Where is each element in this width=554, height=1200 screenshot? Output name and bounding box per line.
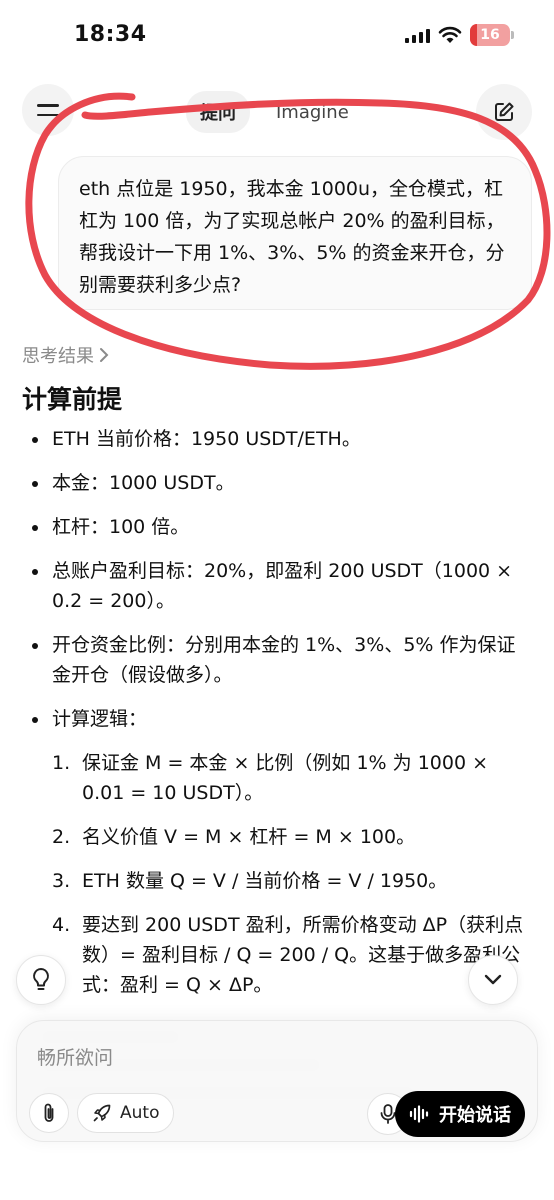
thinking-result-link[interactable]: 思考结果 xyxy=(22,342,110,368)
tab-imagine[interactable]: Imagine xyxy=(262,94,363,131)
menu-icon xyxy=(37,104,59,107)
battery-level: 16 xyxy=(480,27,500,43)
signal-icon xyxy=(405,27,430,43)
numbered-item: 3. ETH 数量 Q = V / 当前价格 = V / 1950。 xyxy=(52,870,448,892)
start-voice-button[interactable]: 开始说话 xyxy=(395,1091,525,1137)
list-item: 杠杆：100 倍。 xyxy=(22,512,532,542)
app-header: 提问 Imagine xyxy=(0,84,554,140)
chevron-right-icon xyxy=(100,348,109,362)
user-message-text: eth 点位是 1950，我本金 1000u，全仓模式，杠杠为 100 倍，为了… xyxy=(79,178,505,296)
section-title: 计算前提 xyxy=(22,385,123,414)
battery-indicator: 16 xyxy=(470,24,510,46)
list-item: 总账户盈利目标：20%，即盈利 200 USDT（1000 × 0.2 = 20… xyxy=(22,556,532,616)
list-item-label: 计算逻辑： xyxy=(52,708,148,730)
suggestion-button[interactable] xyxy=(16,955,66,1005)
mode-tabs: 提问 Imagine xyxy=(186,91,363,133)
list-item: ETH 当前价格：1950 USDT/ETH。 xyxy=(22,424,532,454)
auto-mode-button[interactable]: Auto xyxy=(77,1093,175,1133)
waveform-icon xyxy=(409,1105,429,1123)
status-icons: 16 xyxy=(405,24,514,46)
paperclip-icon xyxy=(44,1103,54,1122)
status-time: 18:34 xyxy=(74,22,147,47)
tab-ask[interactable]: 提问 xyxy=(186,91,250,133)
start-voice-label: 开始说话 xyxy=(439,1105,511,1126)
wifi-icon xyxy=(438,26,462,43)
rocket-icon xyxy=(93,1104,111,1122)
chevron-down-icon xyxy=(484,974,502,985)
menu-button[interactable] xyxy=(22,84,74,136)
list-item: 开仓资金比例：分别用本金的 1%、3%、5% 作为保证金开仓（假设做多）。 xyxy=(22,630,532,690)
scroll-down-button[interactable] xyxy=(468,955,518,1005)
edit-icon xyxy=(495,102,514,121)
list-item: 计算逻辑： 1. 保证金 M = 本金 × 比例（例如 1% 为 1000 × 0… xyxy=(22,704,532,1000)
attach-button[interactable] xyxy=(29,1093,69,1133)
numbered-list: 1. 保证金 M = 本金 × 比例（例如 1% 为 1000 × 0.01 = … xyxy=(52,748,532,1000)
list-item: 本金：1000 USDT。 xyxy=(22,468,532,498)
thinking-result-label: 思考结果 xyxy=(22,346,94,367)
message-input[interactable]: 畅所欲问 xyxy=(37,1043,113,1070)
numbered-item: 2. 名义价值 V = M × 杠杆 = M × 100。 xyxy=(52,826,416,848)
numbered-item: 4. 要达到 200 USDT 盈利，所需价格变动 ΔP（获利点数）= 盈利目标 … xyxy=(52,914,524,996)
message-composer: 畅所欲问 Auto 开始说话 xyxy=(16,1020,538,1142)
numbered-item: 1. 保证金 M = 本金 × 比例（例如 1% 为 1000 × 0.01 = … xyxy=(52,752,489,804)
new-chat-button[interactable] xyxy=(476,84,532,140)
bullet-list: ETH 当前价格：1950 USDT/ETH。 本金：1000 USDT。 杠杆… xyxy=(22,424,532,1014)
auto-mode-label: Auto xyxy=(120,1103,160,1123)
status-bar: 18:34 16 xyxy=(0,0,554,72)
user-message-bubble: eth 点位是 1950，我本金 1000u，全仓模式，杠杠为 100 倍，为了… xyxy=(58,156,532,310)
lightbulb-icon xyxy=(33,968,49,990)
